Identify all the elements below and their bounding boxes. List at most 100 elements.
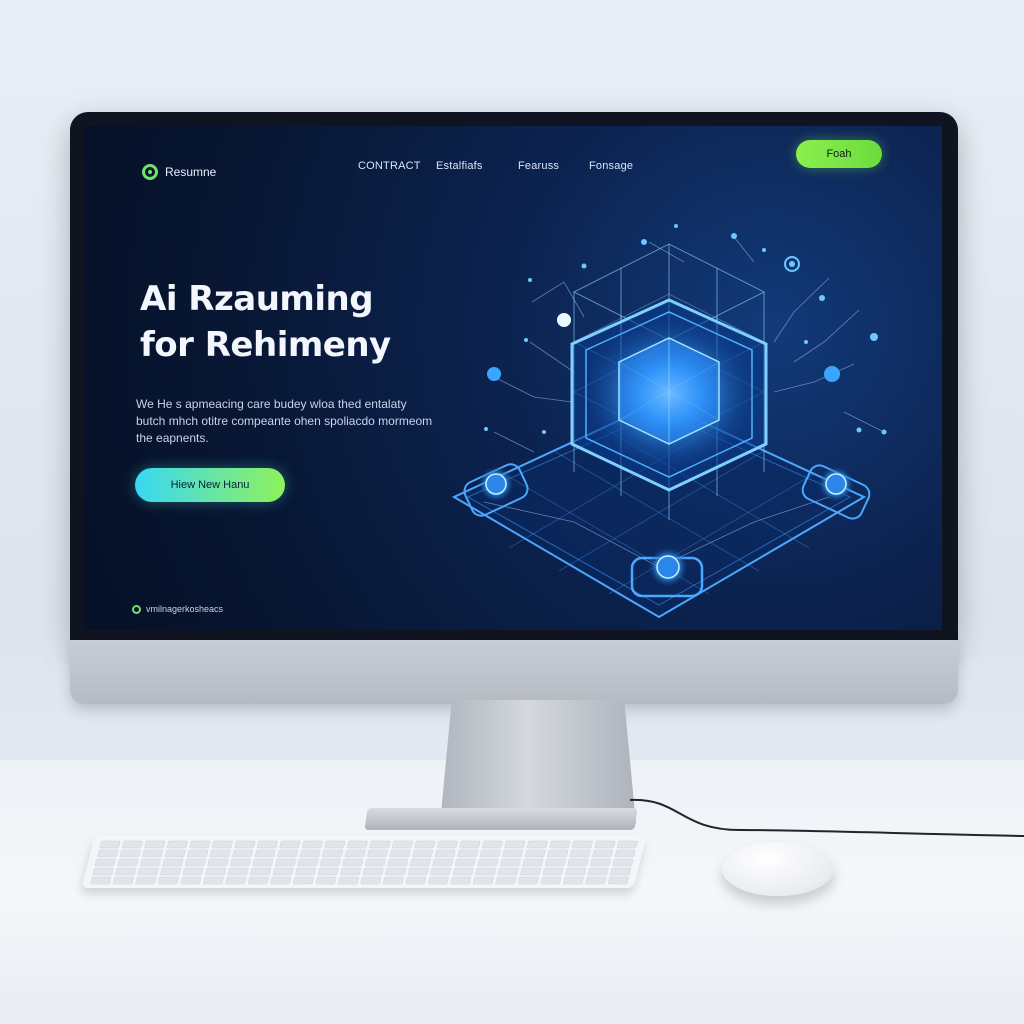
hero-description: We He s apmeacing care budey wloa thed e… — [136, 397, 433, 445]
keyboard-key — [432, 858, 454, 867]
keyboard-key — [540, 876, 562, 885]
keyboard-key — [455, 858, 476, 867]
keyboard-key — [450, 876, 472, 885]
keyboard-key — [295, 867, 316, 876]
keyboard-key — [614, 849, 636, 858]
keyboard-key — [250, 867, 271, 876]
keyboard-key — [144, 840, 166, 849]
nav-link-fearuss[interactable]: Fearuss — [518, 160, 559, 172]
keyboard-key — [383, 876, 404, 885]
keyboard-key — [527, 840, 548, 849]
keyboard-key — [342, 858, 364, 867]
keyboard-key — [572, 840, 593, 849]
brand-logo[interactable]: Resumne — [142, 164, 216, 180]
keyboard-key — [252, 858, 274, 867]
keyboard-key — [164, 849, 186, 858]
keyboard-key — [317, 867, 339, 876]
keyboard-key — [140, 858, 161, 867]
keyboard-key — [500, 858, 521, 867]
keyboard-key — [428, 876, 449, 885]
keyboard-key — [367, 849, 388, 858]
hero-cta-button[interactable]: Hiew New Hanu — [135, 468, 285, 502]
keyboard-key — [563, 876, 584, 885]
monitor-screen: Resumne CONTRACT Estalfiafs Fearuss Fons… — [84, 126, 942, 630]
keyboard-key — [277, 849, 298, 858]
keyboard-key — [142, 849, 163, 858]
keyboard-key — [119, 849, 141, 858]
keyboard-key — [594, 840, 616, 849]
keyboard-key — [495, 876, 517, 885]
keyboard-key — [254, 849, 276, 858]
keyboard-key — [497, 867, 519, 876]
keyboard-key — [414, 840, 436, 849]
footer-icon — [132, 604, 141, 614]
keyboard-key — [340, 867, 361, 876]
hero-title-line-1: Ai Rzauming — [140, 279, 374, 319]
keyboard-key — [585, 876, 607, 885]
keyboard-key — [569, 849, 591, 858]
keyboard-key — [227, 867, 249, 876]
keyboard-key — [297, 858, 319, 867]
logo-icon — [142, 164, 158, 180]
keyboard-key — [257, 840, 278, 849]
keyboard-key — [234, 840, 256, 849]
keyboard-key — [434, 849, 456, 858]
brand-name: Resumne — [165, 165, 217, 179]
keyboard-key — [437, 840, 458, 849]
keyboard-key — [135, 876, 157, 885]
keyboard-key — [99, 840, 121, 849]
nav-cta-button[interactable]: Foah — [796, 140, 882, 168]
keyboard-key — [565, 867, 586, 876]
nav-link-fonsage[interactable]: Fonsage — [589, 160, 633, 172]
keyboard-key — [272, 867, 294, 876]
keyboard-key — [360, 876, 382, 885]
keyboard-key — [122, 840, 143, 849]
keyboard — [81, 836, 647, 888]
monitor-stand-base — [364, 808, 638, 830]
keyboard-key — [524, 849, 546, 858]
keyboard-key — [185, 858, 206, 867]
keyboard-key — [182, 867, 204, 876]
keyboard-key — [113, 876, 134, 885]
keyboard-key — [504, 840, 526, 849]
keyboard-key — [365, 858, 386, 867]
keyboard-key — [608, 876, 629, 885]
keyboard-key — [457, 849, 478, 858]
keyboard-key — [389, 849, 411, 858]
keyboard-key — [167, 840, 188, 849]
keyboard-key — [452, 867, 474, 876]
keyboard-key — [477, 858, 499, 867]
keyboard-key — [362, 867, 384, 876]
mouse — [722, 842, 834, 896]
keyboard-key — [324, 840, 346, 849]
nav-link-estalfiafs[interactable]: Estalfiafs — [436, 160, 483, 172]
keyboard-key — [617, 840, 638, 849]
footer-note: vmilnagerkosheacs — [132, 604, 223, 614]
top-nav: Resumne CONTRACT Estalfiafs Fearuss Fons… — [84, 126, 942, 196]
isometric-cube-network-illustration — [451, 224, 887, 619]
footer-note-text: vmilnagerkosheacs — [146, 604, 224, 614]
keyboard-key — [459, 840, 481, 849]
keyboard-key — [567, 858, 589, 867]
keyboard-key — [387, 858, 409, 867]
keyboard-key — [315, 876, 337, 885]
keyboard-key — [137, 867, 159, 876]
keyboard-key — [410, 858, 431, 867]
keyboard-key — [275, 858, 296, 867]
keyboard-key — [279, 840, 301, 849]
keyboard-key — [162, 858, 184, 867]
keyboard-key — [344, 849, 366, 858]
keyboard-key — [203, 876, 224, 885]
keyboard-key — [502, 849, 523, 858]
keyboard-key — [385, 867, 406, 876]
keyboard-key — [320, 858, 341, 867]
nav-link-contract[interactable]: CONTRACT — [358, 160, 421, 172]
keyboard-key — [207, 858, 229, 867]
keyboard-key — [412, 849, 433, 858]
keyboard-key — [212, 840, 233, 849]
keyboard-key — [117, 858, 139, 867]
keyboard-key — [189, 840, 211, 849]
keyboard-keys — [90, 840, 638, 885]
keyboard-key — [302, 840, 323, 849]
keyboard-key — [115, 867, 136, 876]
